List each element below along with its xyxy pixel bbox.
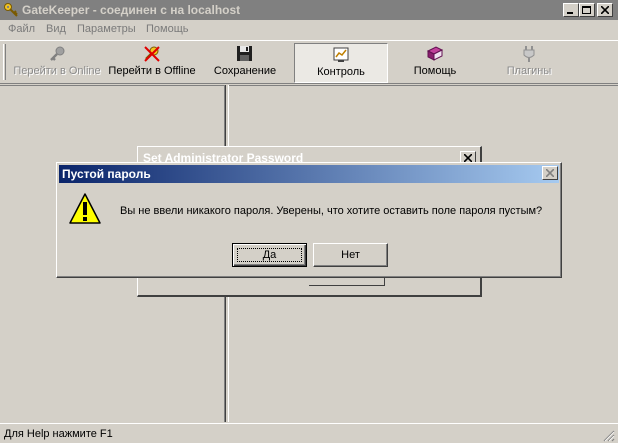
empty-password-close-button[interactable] bbox=[542, 166, 558, 180]
menu-settings[interactable]: Параметры bbox=[77, 23, 136, 35]
close-button[interactable] bbox=[597, 3, 613, 17]
status-bar: Для Help нажмите F1 bbox=[0, 423, 618, 443]
minimize-button[interactable] bbox=[563, 3, 579, 17]
menu-bar: Файл Вид Параметры Помощь bbox=[0, 20, 618, 39]
key-cross-icon bbox=[144, 46, 160, 62]
floppy-disk-icon bbox=[237, 46, 252, 61]
control-label: Контроль bbox=[317, 66, 365, 78]
chart-monitor-icon bbox=[333, 47, 349, 62]
yes-button[interactable]: Да bbox=[232, 243, 307, 267]
warning-icon bbox=[69, 193, 101, 224]
menu-file[interactable]: Файл bbox=[8, 23, 35, 35]
resize-grip-icon[interactable] bbox=[601, 428, 615, 442]
plugins-button[interactable]: Плагины bbox=[490, 43, 568, 81]
menu-view[interactable]: Вид bbox=[46, 23, 66, 35]
plugins-label: Плагины bbox=[506, 65, 552, 77]
toolbar-grip[interactable] bbox=[3, 44, 6, 80]
save-label: Сохранение bbox=[213, 65, 277, 77]
empty-password-dialog: Пустой пароль Вы не ввели никакого парол… bbox=[56, 162, 562, 278]
go-online-button[interactable]: Перейти в Online bbox=[10, 43, 104, 81]
empty-password-title: Пустой пароль bbox=[62, 167, 151, 181]
help-book-icon bbox=[426, 46, 444, 61]
set-admin-password-button-edge bbox=[309, 278, 385, 286]
control-button[interactable]: Контроль bbox=[294, 43, 388, 83]
no-button[interactable]: Нет bbox=[313, 243, 388, 267]
go-offline-label: Перейти в Offline bbox=[108, 65, 196, 77]
maximize-icon bbox=[582, 5, 591, 14]
maximize-button[interactable] bbox=[579, 3, 595, 17]
key-icon bbox=[50, 46, 65, 61]
plug-icon bbox=[523, 46, 535, 62]
close-icon bbox=[601, 6, 609, 14]
go-offline-button[interactable]: Перейти в Offline bbox=[104, 43, 200, 81]
minimize-icon bbox=[567, 12, 573, 14]
key-icon bbox=[4, 3, 18, 17]
go-online-label: Перейти в Online bbox=[13, 65, 101, 77]
save-button[interactable]: Сохранение bbox=[206, 43, 284, 81]
help-button[interactable]: Помощь bbox=[396, 43, 474, 81]
help-label: Помощь bbox=[413, 65, 457, 77]
status-text: Для Help нажмите F1 bbox=[4, 428, 113, 440]
toolbar: Перейти в Online Перейти в Offline Сохра… bbox=[0, 40, 618, 84]
menu-help[interactable]: Помощь bbox=[146, 23, 189, 35]
close-icon bbox=[464, 154, 472, 162]
window-titlebar[interactable]: GateKeeper - соединен с на localhost bbox=[0, 0, 618, 20]
window-title: GateKeeper - соединен с на localhost bbox=[22, 3, 241, 17]
empty-password-titlebar[interactable]: Пустой пароль bbox=[59, 165, 559, 183]
close-icon bbox=[546, 169, 554, 177]
dialog-message: Вы не ввели никакого пароля. Уверены, чт… bbox=[120, 205, 543, 217]
